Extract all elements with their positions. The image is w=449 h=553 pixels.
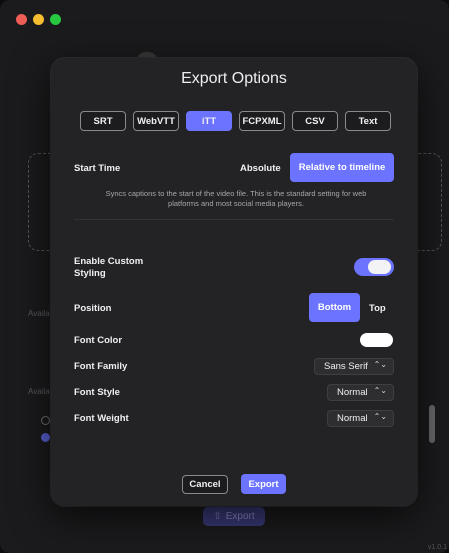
background-export-button[interactable]: ⇧ Export	[203, 507, 265, 526]
start-time-relative-option[interactable]: Relative to timeline	[290, 153, 394, 182]
format-tab-srt[interactable]: SRT	[80, 111, 126, 131]
font-weight-select[interactable]: Normal ⌃⌄	[327, 410, 394, 427]
format-tab-text[interactable]: Text	[345, 111, 391, 131]
font-family-label: Font Family	[74, 361, 128, 372]
background-radio[interactable]	[41, 416, 50, 425]
close-window-button[interactable]	[16, 14, 27, 25]
font-weight-value: Normal	[337, 413, 368, 424]
font-color-label: Font Color	[74, 335, 123, 346]
background-label: Availa	[28, 309, 50, 318]
up-down-chevron-icon: ⌃⌄	[373, 360, 387, 369]
start-time-absolute-option[interactable]: Absolute	[240, 163, 281, 174]
custom-styling-toggle[interactable]	[354, 258, 394, 276]
font-family-value: Sans Serif	[324, 361, 368, 372]
up-down-chevron-icon: ⌃⌄	[373, 412, 387, 421]
background-export-label: Export	[225, 511, 255, 522]
version-label: v1.0.1	[427, 544, 447, 551]
format-tab-itt[interactable]: iTT	[186, 111, 232, 131]
section-divider	[74, 219, 394, 220]
format-tab-fcpxml[interactable]: FCPXML	[239, 111, 285, 131]
export-share-icon: ⇧	[213, 511, 222, 522]
scrollbar-thumb[interactable]	[429, 405, 435, 443]
position-top-option[interactable]: Top	[369, 303, 386, 314]
background-radio-selected[interactable]	[41, 433, 50, 442]
format-tab-csv[interactable]: CSV	[292, 111, 338, 131]
export-button[interactable]: Export	[241, 474, 286, 494]
cancel-button[interactable]: Cancel	[182, 475, 228, 494]
font-weight-label: Font Weight	[74, 413, 129, 424]
format-tab-webvtt[interactable]: WebVTT	[133, 111, 179, 131]
format-tabs: SRT WebVTT iTT FCPXML CSV Text	[80, 111, 391, 131]
custom-styling-label: Enable Custom Styling	[74, 256, 144, 279]
traffic-lights	[16, 14, 61, 25]
dialog-title: Export Options	[181, 70, 287, 87]
position-bottom-option[interactable]: Bottom	[309, 293, 360, 322]
font-style-value: Normal	[337, 387, 368, 398]
font-family-select[interactable]: Sans Serif ⌃⌄	[314, 358, 394, 375]
export-options-dialog: Export Options SRT WebVTT iTT FCPXML CSV…	[51, 58, 417, 506]
font-color-swatch[interactable]	[360, 333, 393, 347]
up-down-chevron-icon: ⌃⌄	[373, 386, 387, 395]
position-label: Position	[74, 303, 112, 314]
app-window: Availa Availa ⇧ Export v1.0.1 Export Opt…	[0, 0, 449, 553]
font-style-label: Font Style	[74, 387, 120, 398]
toggle-knob	[368, 260, 391, 274]
background-label: Availa	[28, 387, 50, 396]
zoom-window-button[interactable]	[50, 14, 61, 25]
font-style-select[interactable]: Normal ⌃⌄	[327, 384, 394, 401]
start-time-description: Syncs captions to the start of the video…	[105, 189, 367, 208]
minimize-window-button[interactable]	[33, 14, 44, 25]
start-time-label: Start Time	[74, 163, 121, 174]
